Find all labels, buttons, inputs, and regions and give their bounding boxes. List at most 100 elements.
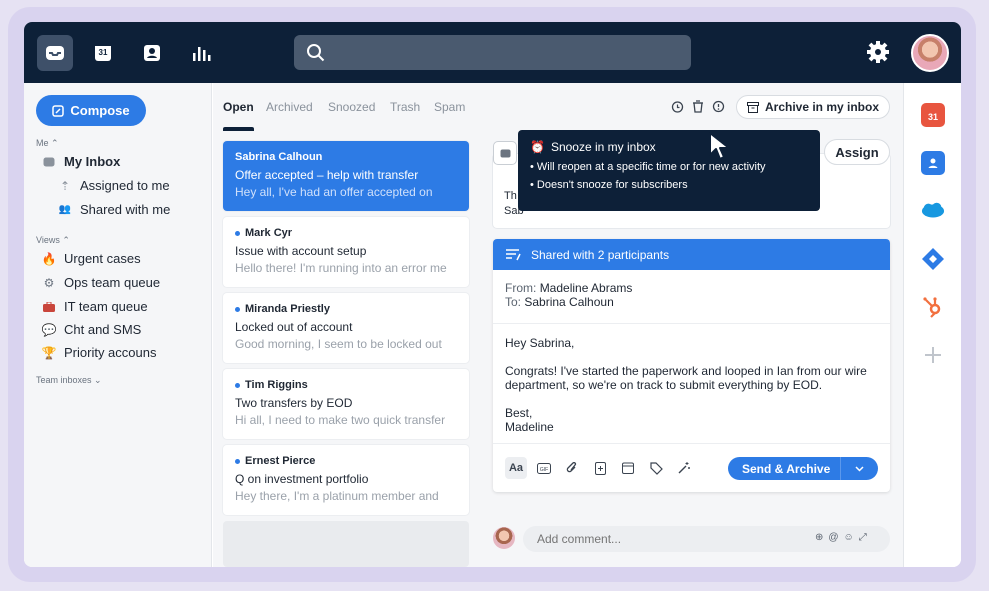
template-icon[interactable]	[589, 457, 611, 479]
comment-row: ⊕ @ ☺ ⤢	[493, 526, 890, 552]
trash-icon[interactable]	[692, 100, 704, 113]
chevron-down-icon: ⌄	[94, 375, 102, 385]
tab-snoozed[interactable]: Snoozed	[328, 100, 375, 114]
inbox-chip[interactable]	[493, 141, 517, 165]
tag-icon[interactable]	[645, 457, 667, 479]
signature: Madeline	[505, 420, 554, 434]
shared-header[interactable]: Shared with 2 participants	[493, 239, 890, 270]
unread-dot	[235, 230, 240, 236]
unread-dot	[235, 458, 240, 464]
me-section-label[interactable]: Me ⌃	[36, 138, 59, 149]
draft-body[interactable]: Hey Sabrina, Congrats! I've started the …	[493, 324, 890, 446]
tab-archived[interactable]: Archived	[266, 100, 313, 114]
emoji-icon[interactable]: ☺	[844, 532, 854, 543]
to-name[interactable]: Sabrina Calhoun	[524, 295, 613, 309]
gear-icon[interactable]	[866, 40, 890, 64]
hubspot-app-icon[interactable]	[921, 295, 945, 319]
attachment-icon[interactable]	[561, 457, 583, 479]
tab-spam[interactable]: Spam	[434, 100, 465, 114]
sidebar-item-chat[interactable]: 💬 Cht and SMS	[41, 322, 142, 337]
sender-name: Sabrina Calhoun	[235, 151, 323, 163]
gif-icon[interactable]: GIF	[533, 457, 555, 479]
mention-icon[interactable]: @	[828, 532, 838, 543]
conversation-item[interactable]: Mark Cyr Issue with account setup Hello …	[223, 217, 469, 287]
archive-button[interactable]: Archive in my inbox	[736, 95, 890, 119]
commenter-avatar	[493, 527, 515, 549]
info-icon[interactable]	[712, 100, 725, 113]
archive-label: Archive in my inbox	[764, 100, 880, 114]
add-circle-icon[interactable]: ⊕	[815, 532, 823, 543]
search-icon	[307, 44, 325, 62]
calendar-app-icon[interactable]: 31	[921, 103, 945, 127]
send-archive-button[interactable]: Send & Archive	[728, 457, 878, 480]
assign-button[interactable]: Assign	[824, 139, 890, 165]
from-name[interactable]: Madeline Abrams	[540, 281, 633, 295]
conversation-item[interactable]: Tim Riggins Two transfers by EOD Hi all,…	[223, 369, 469, 439]
sidebar-item-label: Assigned to me	[80, 178, 170, 193]
sidebar-item-label: Ops team queue	[64, 275, 161, 290]
inbox-icon	[42, 155, 56, 169]
sidebar-item-priority[interactable]: 🏆 Priority accouns	[42, 345, 157, 360]
briefcase-icon	[42, 300, 56, 314]
unread-dot	[235, 306, 240, 312]
conversation-list: Sabrina Calhoun Offer accepted – help wi…	[213, 131, 481, 567]
jira-icon	[922, 248, 944, 270]
conversation-item-placeholder	[223, 521, 469, 567]
tab-open[interactable]: Open	[223, 100, 254, 114]
calendar-icon[interactable]	[617, 457, 639, 479]
sidebar-item-label: Priority accouns	[64, 345, 157, 360]
calendar-day: 31	[98, 48, 108, 57]
fire-icon: 🔥	[41, 251, 57, 266]
tab-trash[interactable]: Trash	[390, 100, 420, 114]
sidebar-item-it[interactable]: IT team queue	[42, 299, 148, 314]
calendar-nav-button[interactable]: 31	[85, 35, 121, 71]
alarm-clock-icon: ⏰	[530, 140, 545, 154]
sidebar-item-assigned[interactable]: ⇡ Assigned to me	[58, 178, 170, 193]
sender-name: Mark Cyr	[245, 227, 293, 239]
archive-icon	[746, 101, 759, 113]
add-integration-button[interactable]	[921, 343, 945, 367]
sidebar-item-ops[interactable]: ⚙ Ops team queue	[42, 275, 161, 290]
conversation-item[interactable]: Miranda Priestly Locked out of account G…	[223, 293, 469, 363]
compose-icon	[52, 104, 65, 117]
svg-text:GIF: GIF	[540, 467, 548, 473]
search-bar[interactable]	[294, 35, 691, 70]
assigned-icon: ⇡	[59, 178, 71, 193]
analytics-nav-button[interactable]	[183, 35, 219, 71]
preview: Hey all, I've had an offer accepted on	[235, 185, 433, 199]
inbox-icon	[46, 46, 64, 60]
user-avatar[interactable]	[911, 34, 949, 72]
inbox-nav-button[interactable]	[37, 35, 73, 71]
sender-name: Ernest Pierce	[245, 455, 316, 467]
to-label: To:	[505, 295, 522, 309]
chevron-down-icon[interactable]	[840, 457, 878, 480]
jira-app-icon[interactable]	[921, 247, 945, 271]
signoff: Best,	[505, 406, 533, 420]
preview: Good morning, I seem to be locked out	[235, 337, 442, 351]
magic-wand-icon[interactable]	[673, 457, 695, 479]
compose-button[interactable]: Compose	[36, 95, 146, 126]
app-window: 31 Compose Me ⌃ My Inbox ⇡ Assigned to m…	[24, 22, 961, 567]
views-section-label[interactable]: Views ⌃	[36, 235, 70, 246]
subject: Two transfers by EOD	[235, 396, 353, 410]
salesforce-app-icon[interactable]	[921, 199, 945, 223]
expand-icon[interactable]: ⤢	[859, 532, 867, 543]
contacts-nav-button[interactable]	[134, 35, 170, 71]
conversation-item[interactable]: Ernest Pierce Q on investment portfolio …	[223, 445, 469, 515]
body-text: Congrats! I've started the paperwork and…	[505, 364, 867, 392]
salesforce-icon	[921, 202, 945, 218]
sidebar-item-shared[interactable]: 👥 Shared with me	[58, 202, 171, 217]
preview: Hi all, I need to make two quick transfe…	[235, 413, 446, 427]
from-to-block: From: Madeline Abrams To: Sabrina Calhou…	[493, 270, 890, 324]
team-inboxes-label[interactable]: Team inboxes ⌄	[36, 375, 102, 386]
search-input[interactable]	[338, 35, 678, 70]
chat-bubble-icon: 💬	[41, 322, 57, 337]
sidebar-item-urgent[interactable]: 🔥 Urgent cases	[42, 251, 141, 266]
format-text-button[interactable]: Aa	[505, 457, 527, 479]
sidebar-item-my-inbox[interactable]: My Inbox	[42, 154, 120, 169]
conversation-item[interactable]: Sabrina Calhoun Offer accepted – help wi…	[223, 141, 469, 211]
snooze-icon[interactable]	[671, 100, 684, 113]
contacts-app-icon[interactable]	[921, 151, 945, 175]
integrations-rail: 31	[903, 83, 961, 567]
subject: Offer accepted – help with transfer	[235, 168, 419, 182]
